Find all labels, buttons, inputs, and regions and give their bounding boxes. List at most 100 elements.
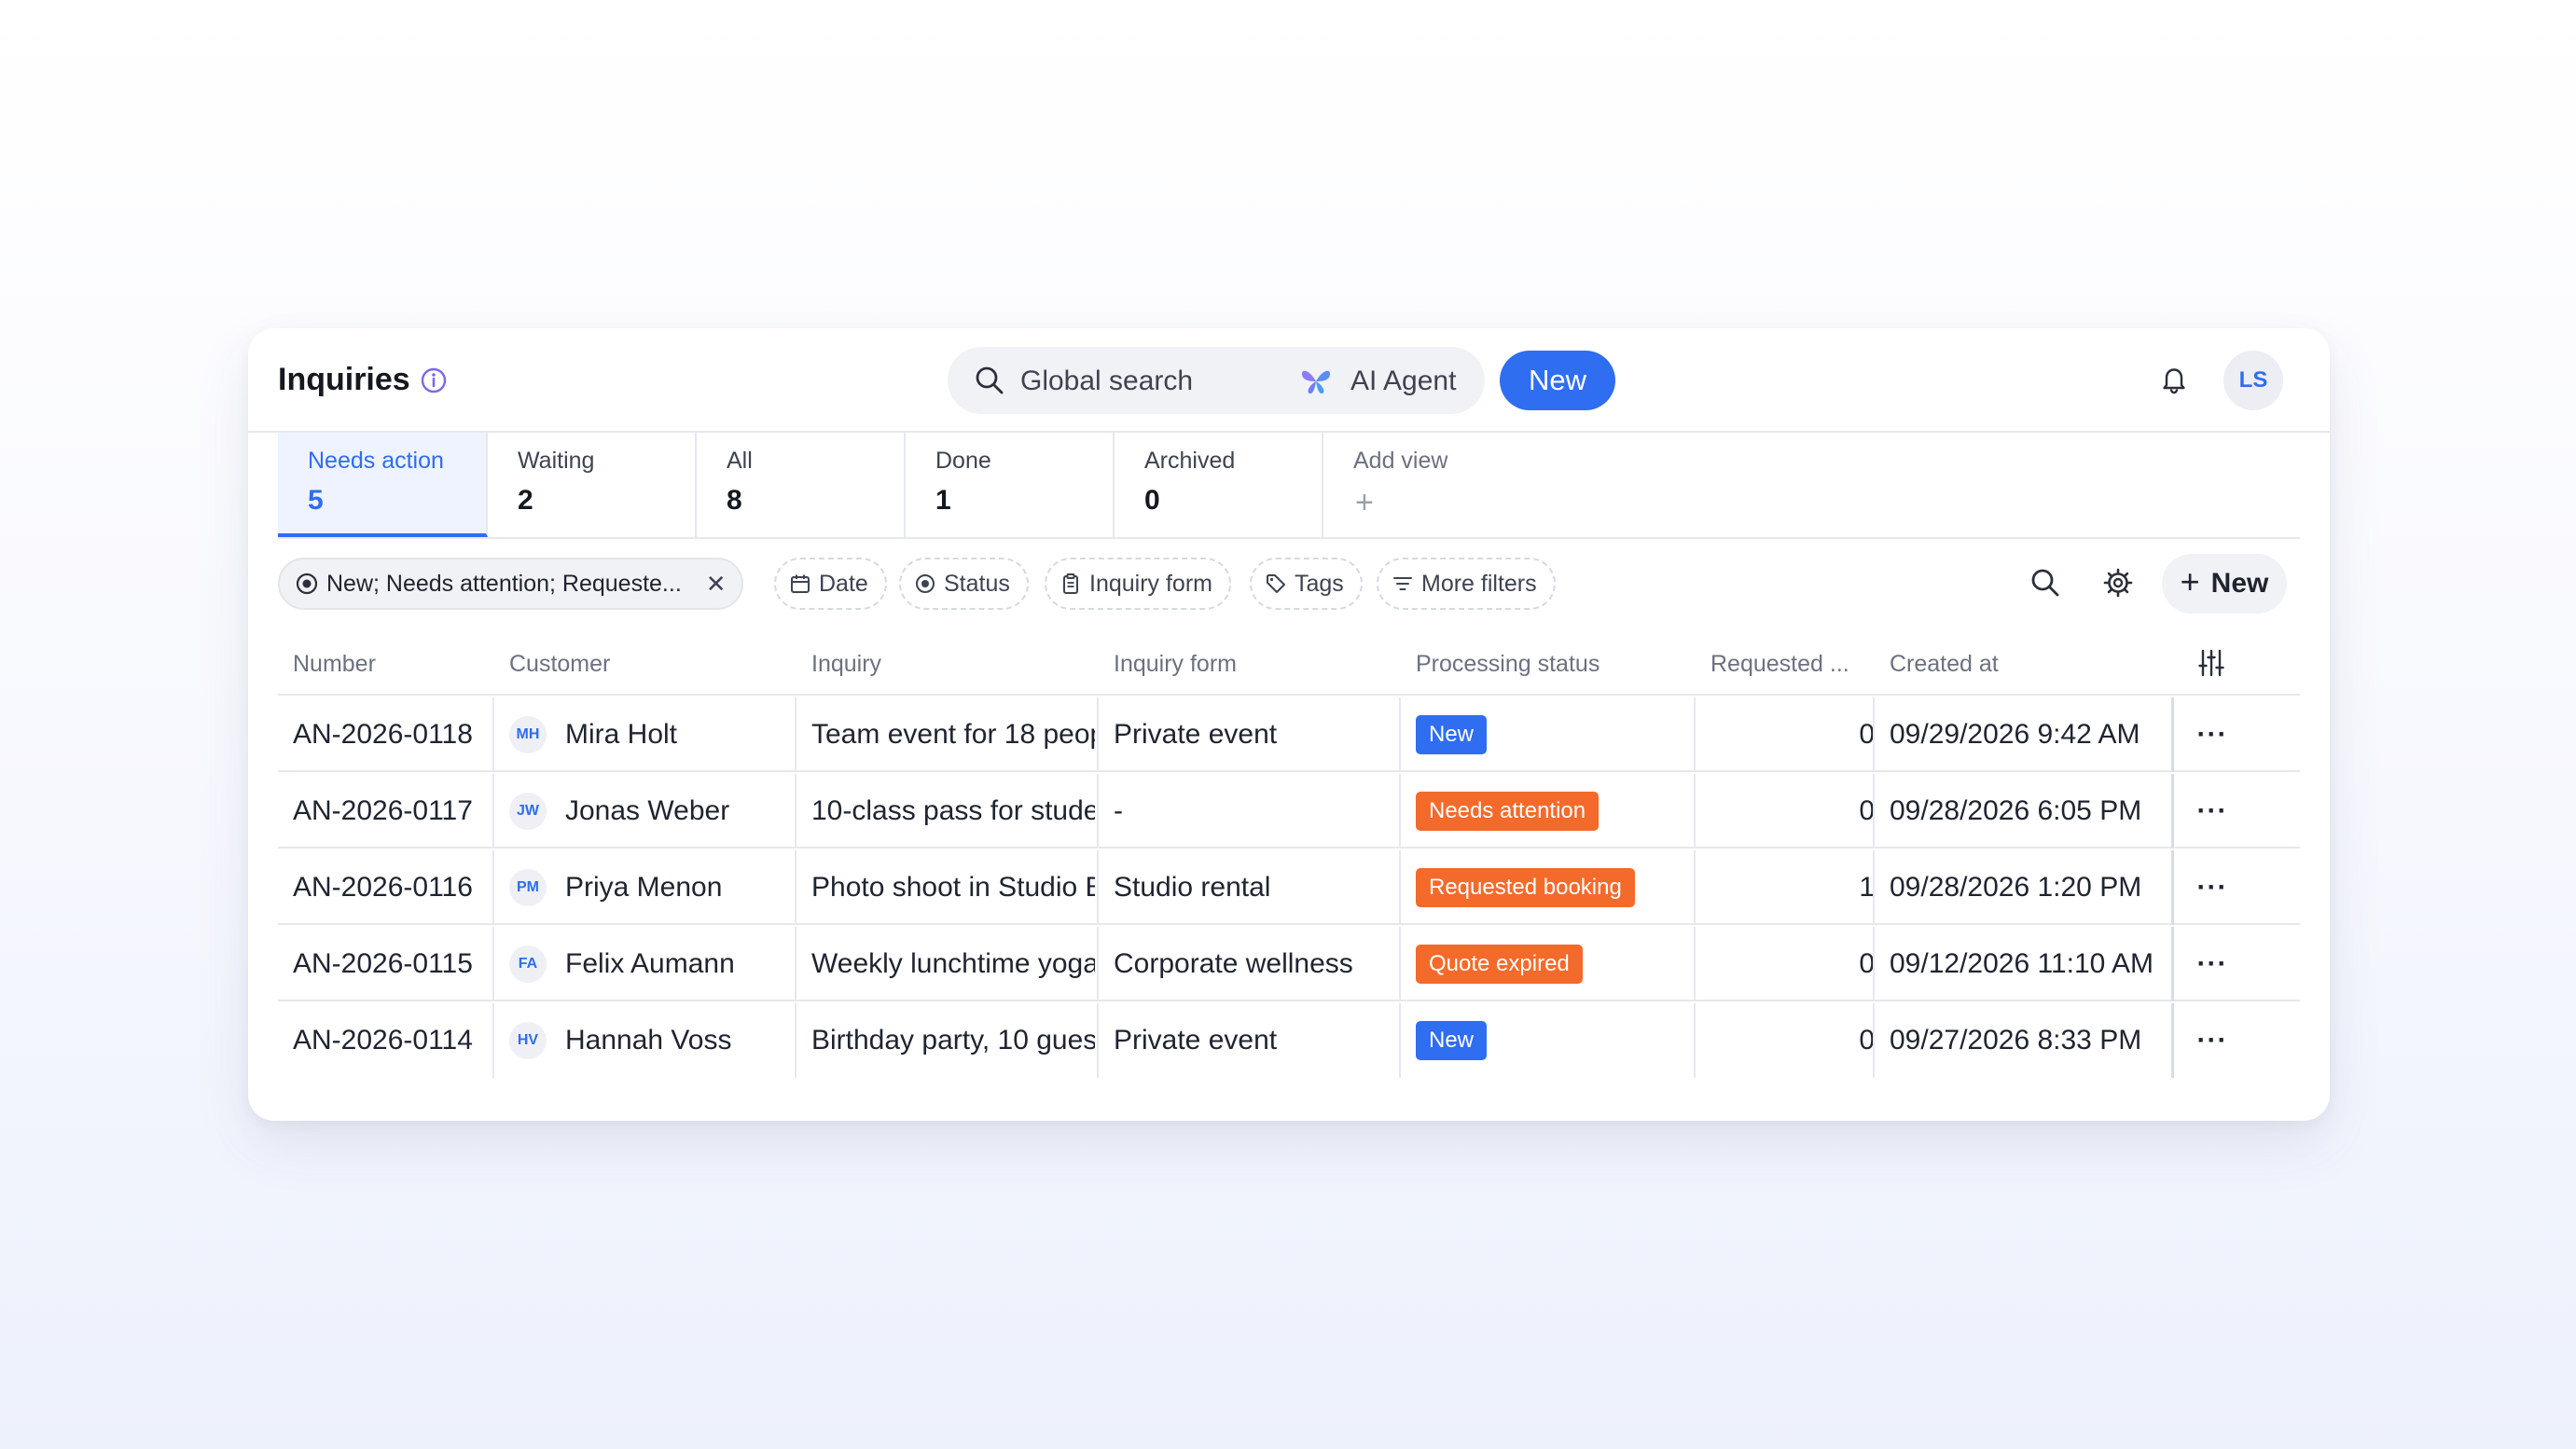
new-row-label: New bbox=[2210, 568, 2269, 599]
column-divider bbox=[795, 697, 796, 772]
column-divider bbox=[2171, 774, 2174, 849]
more-icon[interactable]: ··· bbox=[2175, 850, 2250, 925]
table-row[interactable]: AN-2026-0116 PM Priya Menon Photo shoot … bbox=[278, 850, 2300, 925]
filter-lines-icon bbox=[1393, 577, 1412, 590]
tab-archived[interactable]: Archived 0 bbox=[1115, 433, 1323, 537]
avatar: HV bbox=[509, 1022, 547, 1059]
plus-icon: + bbox=[2180, 562, 2200, 600]
bell-icon[interactable] bbox=[2158, 364, 2190, 395]
column-divider bbox=[492, 774, 494, 849]
tab-label: Needs action bbox=[308, 448, 444, 474]
status-badge[interactable]: Needs attention bbox=[1416, 792, 1600, 831]
more-icon[interactable]: ··· bbox=[2175, 1003, 2250, 1078]
status-filter-add-chip[interactable]: Status bbox=[899, 558, 1029, 610]
inquiry-number[interactable]: AN-2026-0115 bbox=[293, 927, 492, 1001]
status-badge[interactable]: Quote expired bbox=[1416, 945, 1583, 984]
inquiry-number[interactable]: AN-2026-0118 bbox=[293, 697, 492, 772]
table-row[interactable]: AN-2026-0114 HV Hannah Voss Birthday par… bbox=[278, 1003, 2300, 1078]
column-header-requested[interactable]: Requested ... bbox=[1710, 651, 1849, 678]
top-bar: Inquiries Global search AI Agent New LS bbox=[248, 328, 2330, 433]
tab-waiting[interactable]: Waiting 2 bbox=[488, 433, 697, 537]
created-at: 09/27/2026 8:33 PM bbox=[1890, 1025, 2142, 1056]
column-divider bbox=[795, 850, 796, 925]
column-header-customer[interactable]: Customer bbox=[509, 651, 610, 678]
search-icon bbox=[976, 366, 1004, 394]
view-tabs: Needs action 5 Waiting 2 All 8 Done 1 Ar… bbox=[278, 433, 2300, 539]
table-row[interactable]: AN-2026-0118 MH Mira Holt Team event for… bbox=[278, 697, 2300, 772]
column-settings-icon[interactable] bbox=[2195, 647, 2227, 679]
inquiry-text: Birthday party, 10 guest bbox=[811, 1025, 1095, 1056]
new-inquiry-button[interactable]: New bbox=[1500, 351, 1615, 410]
close-icon[interactable]: ✕ bbox=[706, 570, 727, 599]
status-badge[interactable]: New bbox=[1416, 715, 1488, 754]
requested-count: 0 bbox=[1859, 795, 1875, 826]
clipboard-icon bbox=[1063, 573, 1078, 594]
more-filters-chip[interactable]: More filters bbox=[1377, 558, 1556, 610]
column-header-processing-status[interactable]: Processing status bbox=[1416, 651, 1600, 678]
column-divider bbox=[1399, 774, 1401, 849]
column-header-inquiry-form[interactable]: Inquiry form bbox=[1114, 651, 1237, 678]
column-divider bbox=[1694, 774, 1696, 849]
status-circle-icon bbox=[296, 573, 318, 595]
date-filter-chip[interactable]: Date bbox=[774, 558, 887, 610]
customer-cell[interactable]: HV Hannah Voss bbox=[509, 1003, 789, 1078]
customer-cell[interactable]: JW Jonas Weber bbox=[509, 774, 789, 849]
column-header-inquiry[interactable]: Inquiry bbox=[811, 651, 881, 678]
tags-filter-chip[interactable]: Tags bbox=[1250, 558, 1363, 610]
customer-cell[interactable]: FA Felix Aumann bbox=[509, 927, 789, 1001]
customer-cell[interactable]: PM Priya Menon bbox=[509, 850, 789, 925]
inquiry-number[interactable]: AN-2026-0114 bbox=[293, 1003, 492, 1078]
status-filter-value: New; Needs attention; Requeste... bbox=[326, 570, 682, 597]
table-row[interactable]: AN-2026-0115 FA Felix Aumann Weekly lunc… bbox=[278, 927, 2300, 1001]
inquiry-number[interactable]: AN-2026-0116 bbox=[293, 850, 492, 925]
avatar: PM bbox=[509, 869, 547, 906]
search-icon[interactable] bbox=[2029, 567, 2061, 599]
requested-count: 1 bbox=[1859, 872, 1875, 903]
column-divider bbox=[1694, 850, 1696, 925]
user-avatar[interactable]: LS bbox=[2223, 351, 2283, 410]
more-icon[interactable]: ··· bbox=[2175, 697, 2250, 772]
status-badge[interactable]: Requested booking bbox=[1416, 868, 1635, 907]
inquiry-form-value: Corporate wellness bbox=[1114, 948, 1353, 979]
gear-icon[interactable] bbox=[2102, 567, 2134, 599]
processing-status-cell: Quote expired bbox=[1416, 927, 1686, 1001]
info-icon[interactable] bbox=[420, 366, 448, 394]
inquiry-text: 10-class pass for studer bbox=[811, 795, 1095, 826]
avatar: MH bbox=[509, 716, 547, 753]
column-divider bbox=[1399, 927, 1401, 1001]
butterfly-icon[interactable] bbox=[1298, 364, 1334, 399]
ai-agent-button[interactable]: AI Agent bbox=[1350, 366, 1456, 397]
created-at: 09/28/2026 1:20 PM bbox=[1890, 872, 2142, 903]
global-search-bar[interactable]: Global search AI Agent bbox=[948, 347, 1485, 414]
more-icon[interactable]: ··· bbox=[2175, 927, 2250, 1001]
status-badge[interactable]: New bbox=[1416, 1021, 1488, 1060]
inquiry-number[interactable]: AN-2026-0117 bbox=[293, 774, 492, 849]
column-divider bbox=[1873, 697, 1875, 772]
inquiry-form-filter-label: Inquiry form bbox=[1089, 570, 1212, 597]
table-row[interactable]: AN-2026-0117 JW Jonas Weber 10-class pas… bbox=[278, 774, 2300, 849]
global-search-input[interactable]: Global search bbox=[1020, 366, 1193, 397]
column-divider bbox=[1097, 697, 1099, 772]
column-header-created-at[interactable]: Created at bbox=[1890, 651, 1999, 678]
tab-needs-action[interactable]: Needs action 5 bbox=[278, 433, 488, 537]
column-divider bbox=[2171, 697, 2174, 772]
column-divider bbox=[2171, 1003, 2174, 1078]
processing-status-cell: New bbox=[1416, 1003, 1686, 1078]
date-filter-label: Date bbox=[819, 570, 868, 597]
inquiry-form-value: Private event bbox=[1114, 719, 1278, 750]
status-filter-chip[interactable]: New; Needs attention; Requeste... ✕ bbox=[278, 558, 743, 610]
column-divider bbox=[795, 774, 796, 849]
more-icon[interactable]: ··· bbox=[2175, 774, 2250, 849]
plus-icon: + bbox=[1355, 485, 1374, 520]
tab-all[interactable]: All 8 bbox=[697, 433, 906, 537]
add-view-tab[interactable]: Add view + bbox=[1323, 433, 1532, 537]
tab-done[interactable]: Done 1 bbox=[906, 433, 1115, 537]
column-divider bbox=[1873, 774, 1875, 849]
column-divider bbox=[1694, 1003, 1696, 1078]
tab-label: Done bbox=[935, 448, 991, 474]
customer-cell[interactable]: MH Mira Holt bbox=[509, 697, 789, 772]
new-row-button[interactable]: + New bbox=[2162, 554, 2287, 614]
column-header-number[interactable]: Number bbox=[293, 651, 376, 678]
inquiry-form-filter-chip[interactable]: Inquiry form bbox=[1045, 558, 1231, 610]
tags-filter-label: Tags bbox=[1295, 570, 1344, 597]
